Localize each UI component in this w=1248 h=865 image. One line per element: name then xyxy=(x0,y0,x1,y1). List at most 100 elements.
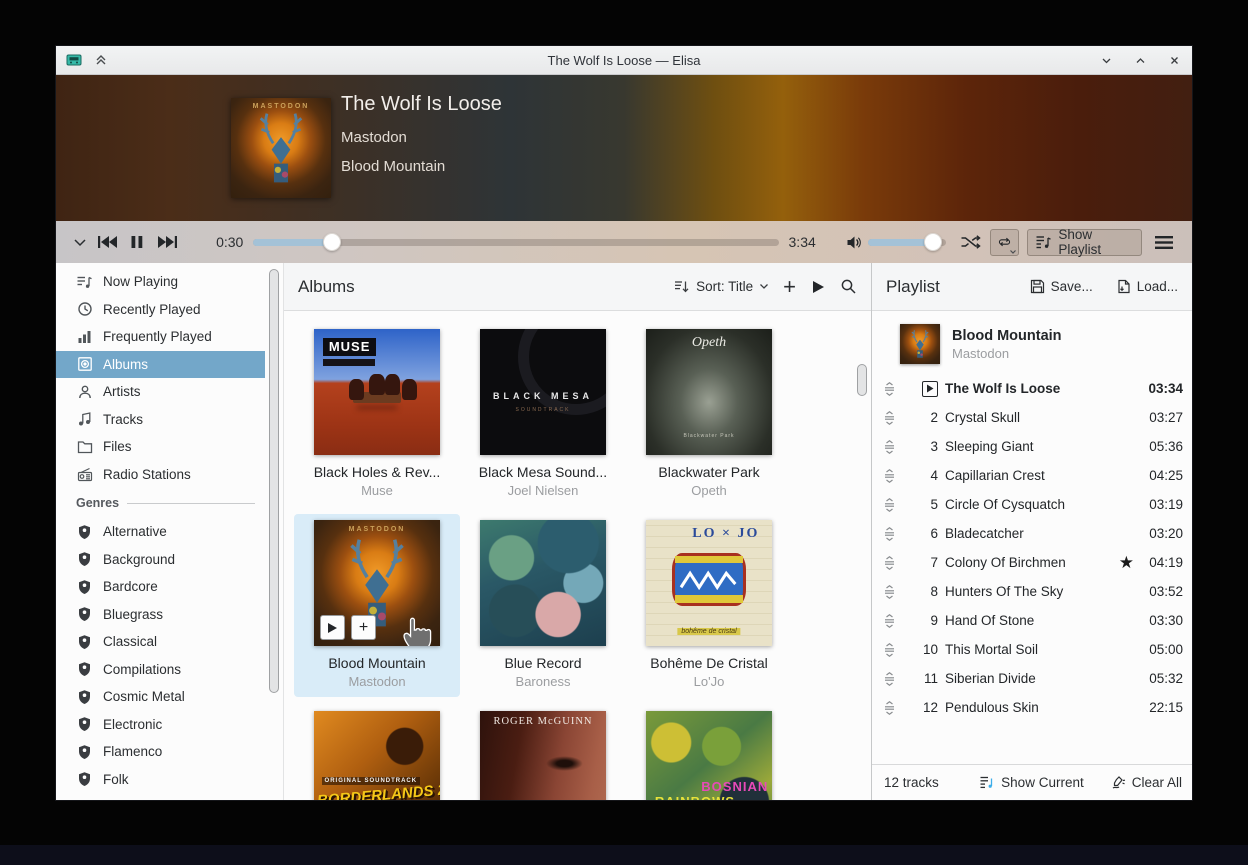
album-cover[interactable]: MUSE xyxy=(314,329,440,455)
sidebar-item-tracks[interactable]: Tracks xyxy=(56,406,265,434)
album-card-black-mesa-sound-[interactable]: BLACK MESASOUNDTRACKBlack Mesa Sound...J… xyxy=(460,323,626,506)
volume-handle[interactable] xyxy=(924,233,942,251)
drag-handle-icon[interactable] xyxy=(882,700,898,716)
drag-handle-icon[interactable] xyxy=(882,526,898,542)
sidebar-genre-background[interactable]: Background xyxy=(56,546,265,574)
add-button[interactable]: + xyxy=(783,276,796,298)
sidebar-item-frequently-played[interactable]: Frequently Played xyxy=(56,323,265,351)
sidebar-genre-flamenco[interactable]: Flamenco xyxy=(56,738,265,766)
repeat-menu-caret[interactable] xyxy=(1009,249,1017,255)
track-number: 5 xyxy=(904,497,938,512)
drag-handle-icon[interactable] xyxy=(882,439,898,455)
sidebar-scrollbar[interactable] xyxy=(265,263,283,800)
show-playlist-button[interactable]: Show Playlist xyxy=(1027,229,1141,256)
drag-handle-icon[interactable] xyxy=(882,410,898,426)
playlist-track-row[interactable]: 9Hand Of Stone03:30 xyxy=(872,606,1192,635)
sidebar-item-radio-stations[interactable]: Radio Stations xyxy=(56,461,265,489)
close-icon[interactable] xyxy=(1166,52,1182,68)
star-icon[interactable]: ★ xyxy=(1119,554,1134,571)
load-icon xyxy=(1117,279,1131,294)
sidebar-item-artists[interactable]: Artists xyxy=(56,378,265,406)
sidebar-genre-classical[interactable]: Classical xyxy=(56,628,265,656)
sidebar-item-albums[interactable]: Albums xyxy=(56,351,265,379)
sidebar-item-files[interactable]: Files xyxy=(56,433,265,461)
collapse-header-icon[interactable] xyxy=(94,53,108,67)
playlist-track-row[interactable]: 5Circle Of Cysquatch03:19 xyxy=(872,490,1192,519)
album-card-blood-mountain[interactable]: MASTODON+Blood MountainMastodon xyxy=(294,514,460,697)
album-card[interactable]: ROGER McGUINN xyxy=(460,705,626,800)
sidebar-genre-electronic[interactable]: Electronic xyxy=(56,711,265,739)
playlist-track-row[interactable]: 4Capillarian Crest04:25 xyxy=(872,461,1192,490)
sidebar-genre-bluegrass[interactable]: Bluegrass xyxy=(56,601,265,629)
drag-handle-icon[interactable] xyxy=(882,671,898,687)
track-title: Sleeping Giant xyxy=(945,439,1141,454)
clear-all-button[interactable]: Clear All xyxy=(1110,775,1182,790)
album-card[interactable]: ORIGINAL SOUNDTRACKBORDERLANDS 2 xyxy=(294,705,460,800)
album-cover[interactable]: ORIGINAL SOUNDTRACKBORDERLANDS 2 xyxy=(314,711,440,800)
titlebar[interactable]: The Wolf Is Loose — Elisa xyxy=(56,46,1192,75)
playlist-track-row[interactable]: 8Hunters Of The Sky03:52 xyxy=(872,577,1192,606)
playlist-track-row[interactable]: The Wolf Is Loose03:34 xyxy=(872,374,1192,403)
drag-handle-icon[interactable] xyxy=(882,613,898,629)
sidebar-genre-bardcore[interactable]: Bardcore xyxy=(56,573,265,601)
albums-scrollbar[interactable] xyxy=(855,311,869,800)
playlist-track-row[interactable]: 7Colony Of Birchmen★04:19 xyxy=(872,548,1192,577)
sidebar-scroll-thumb[interactable] xyxy=(269,269,279,693)
search-icon[interactable] xyxy=(840,278,857,295)
sort-button[interactable]: Sort: Title xyxy=(674,279,769,294)
playlist-track-row[interactable]: 2Crystal Skull03:27 xyxy=(872,403,1192,432)
show-current-icon xyxy=(979,775,995,790)
album-cover[interactable]: BOSNIANRAINBOWS xyxy=(646,711,772,800)
show-current-button[interactable]: Show Current xyxy=(979,775,1084,790)
album-cover[interactable] xyxy=(480,520,606,646)
maximize-icon[interactable] xyxy=(1132,52,1148,68)
play-album-button[interactable] xyxy=(320,615,345,640)
skip-backward-button[interactable] xyxy=(93,234,123,250)
album-card-black-holes-rev-[interactable]: MUSEBlack Holes & Rev...Muse xyxy=(294,323,460,506)
sidebar-genre-alternative[interactable]: Alternative xyxy=(56,518,265,546)
repeat-button[interactable] xyxy=(990,229,1019,256)
album-card-blackwater-park[interactable]: OpethBlackwater ParkBlackwater ParkOpeth xyxy=(626,323,792,506)
drag-handle-icon[interactable] xyxy=(882,555,898,571)
track-number: 3 xyxy=(904,439,938,454)
playlist-track-row[interactable]: 12Pendulous Skin22:15 xyxy=(872,693,1192,722)
sidebar-item-recently-played[interactable]: Recently Played xyxy=(56,296,265,324)
collapse-player-icon[interactable] xyxy=(68,234,93,250)
menu-icon[interactable] xyxy=(1148,235,1180,250)
playlist-track-row[interactable]: 10This Mortal Soil05:00 xyxy=(872,635,1192,664)
sidebar-genre-folk[interactable]: Folk xyxy=(56,766,265,794)
load-playlist-button[interactable]: Load... xyxy=(1117,279,1178,294)
album-card-blue-record[interactable]: Blue RecordBaroness xyxy=(460,514,626,697)
save-playlist-button[interactable]: Save... xyxy=(1030,279,1093,294)
volume-icon[interactable] xyxy=(840,235,869,250)
shuffle-icon[interactable] xyxy=(952,234,990,250)
drag-handle-icon[interactable] xyxy=(882,642,898,658)
album-card-boh-me-de-cristal[interactable]: LO × JObohême de cristalBohême De Crista… xyxy=(626,514,792,697)
album-cover[interactable]: MASTODON+ xyxy=(314,520,440,646)
album-cover[interactable]: BLACK MESASOUNDTRACK xyxy=(480,329,606,455)
album-card[interactable]: BOSNIANRAINBOWS xyxy=(626,705,792,800)
playlist-track-row[interactable]: 3Sleeping Giant05:36 xyxy=(872,432,1192,461)
sidebar-genre-cosmic-metal[interactable]: Cosmic Metal xyxy=(56,683,265,711)
drag-handle-icon[interactable] xyxy=(882,584,898,600)
progress-slider[interactable] xyxy=(253,239,778,246)
album-cover[interactable]: OpethBlackwater Park xyxy=(646,329,772,455)
playlist-track-row[interactable]: 6Bladecatcher03:20 xyxy=(872,519,1192,548)
progress-handle[interactable] xyxy=(323,233,341,251)
album-title: Black Mesa Sound... xyxy=(479,464,607,480)
album-cover[interactable]: ROGER McGUINN xyxy=(480,711,606,800)
albums-scroll-thumb[interactable] xyxy=(857,364,867,396)
volume-slider[interactable] xyxy=(868,239,946,246)
add-album-button[interactable]: + xyxy=(351,615,376,640)
sidebar-genre-compilations[interactable]: Compilations xyxy=(56,656,265,684)
drag-handle-icon[interactable] xyxy=(882,468,898,484)
drag-handle-icon[interactable] xyxy=(882,497,898,513)
minimize-icon[interactable] xyxy=(1098,52,1114,68)
album-cover[interactable]: LO × JObohême de cristal xyxy=(646,520,772,646)
drag-handle-icon[interactable] xyxy=(882,381,898,397)
sidebar-item-now-playing[interactable]: Now Playing xyxy=(56,268,265,296)
skip-forward-button[interactable] xyxy=(152,234,184,250)
play-all-button[interactable] xyxy=(810,279,826,295)
playlist-track-row[interactable]: 11Siberian Divide05:32 xyxy=(872,664,1192,693)
pause-button[interactable] xyxy=(123,234,152,250)
